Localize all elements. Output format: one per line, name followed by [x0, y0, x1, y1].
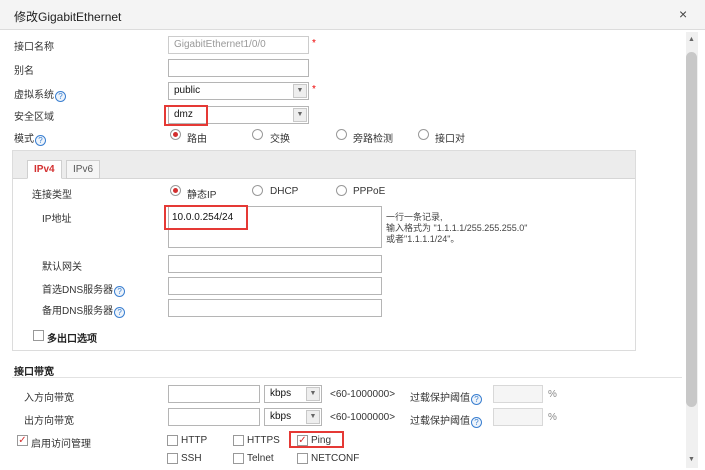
mode-label: 模式? — [14, 130, 46, 146]
mode-radio-bypass[interactable] — [336, 129, 347, 140]
mode-radio-switch[interactable] — [252, 129, 263, 140]
dropdown-arrow-icon[interactable]: ▼ — [306, 387, 320, 401]
help-icon[interactable]: ? — [471, 394, 482, 405]
tab-strip — [13, 151, 635, 179]
help-icon[interactable]: ? — [114, 307, 126, 318]
vsys-label: 虚拟系统? — [14, 86, 66, 102]
zone-label: 安全区域 — [14, 112, 54, 123]
service-checkbox-ssh[interactable] — [167, 453, 178, 464]
close-icon[interactable]: × — [679, 6, 687, 22]
outbound-unit-select[interactable]: kbps ▼ — [264, 408, 322, 426]
service-label: HTTP — [181, 435, 208, 446]
interface-name-label: 接口名称 — [14, 42, 54, 53]
ip-hint-line1: 一行一条记录, — [386, 212, 443, 222]
tab-ipv6[interactable]: IPv6 — [66, 160, 101, 179]
outbound-label: 出方向带宽 — [24, 416, 74, 427]
dialog-title: 修改GigabitEthernet — [14, 10, 122, 24]
scroll-up-icon[interactable]: ▲ — [688, 36, 695, 43]
service-checkbox-netconf[interactable] — [297, 453, 308, 464]
vsys-select[interactable]: public ▼ — [168, 82, 309, 100]
inbound-pct: % — [548, 389, 557, 400]
dropdown-arrow-icon[interactable]: ▼ — [306, 410, 320, 424]
interface-name-field: GigabitEthernet1/0/0 — [168, 36, 309, 54]
gateway-input[interactable] — [168, 255, 382, 273]
access-mgmt-checkbox[interactable]: ✓ — [17, 435, 28, 446]
dropdown-arrow-icon[interactable]: ▼ — [293, 108, 307, 122]
mode-radio-route[interactable] — [170, 129, 181, 140]
service-checkbox-telnet[interactable] — [233, 453, 244, 464]
mode-option-label: 旁路检测 — [353, 134, 393, 145]
divider — [12, 377, 682, 378]
dns-primary-label: 首选DNS服务器? — [42, 281, 126, 297]
ip-config-panel — [12, 150, 636, 351]
dns-secondary-input[interactable] — [168, 299, 382, 317]
help-icon[interactable]: ? — [114, 286, 126, 297]
service-label: NETCONF — [311, 453, 360, 464]
inbound-input[interactable] — [168, 385, 260, 403]
required-mark: * — [312, 38, 316, 49]
inbound-unit-select[interactable]: kbps ▼ — [264, 385, 322, 403]
outbound-input[interactable] — [168, 408, 260, 426]
dropdown-arrow-icon[interactable]: ▼ — [293, 84, 307, 98]
conn-type-label: 连接类型 — [32, 190, 72, 201]
conn-radio-pppoe[interactable] — [336, 185, 347, 196]
dns-primary-input[interactable] — [168, 277, 382, 295]
alias-label: 别名 — [14, 66, 34, 77]
inbound-label: 入方向带宽 — [24, 393, 74, 404]
service-checkbox-https[interactable] — [233, 435, 244, 446]
ip-highlight-box — [164, 205, 248, 230]
access-mgmt-label: 启用访问管理 — [31, 439, 91, 450]
outbound-range: <60-1000000> — [330, 412, 396, 423]
ip-hint-line2: 输入格式为 "1.1.1.1/255.255.255.0" — [386, 223, 528, 233]
help-icon[interactable]: ? — [35, 135, 46, 146]
ping-highlight-box — [289, 431, 344, 448]
mode-option-label: 交换 — [270, 134, 290, 145]
outbound-overload-input — [493, 408, 543, 426]
mode-option-label: 接口对 — [435, 134, 465, 145]
inbound-overload-input — [493, 385, 543, 403]
conn-option-label: DHCP — [270, 186, 299, 197]
service-label: HTTPS — [247, 435, 280, 446]
zone-highlight-box — [164, 105, 208, 126]
tab-ipv4[interactable]: IPv4 — [27, 160, 62, 179]
service-label: Telnet — [247, 453, 274, 464]
scroll-down-icon[interactable]: ▼ — [688, 456, 695, 463]
alias-input[interactable] — [168, 59, 309, 77]
gateway-label: 默认网关 — [42, 262, 82, 273]
multi-egress-label: 多出口选项 — [47, 334, 97, 345]
outbound-pct: % — [548, 412, 557, 423]
conn-option-label: 静态IP — [187, 190, 217, 201]
mode-radio-pair[interactable] — [418, 129, 429, 140]
service-checkbox-http[interactable] — [167, 435, 178, 446]
dns-secondary-label: 备用DNS服务器? — [42, 302, 126, 318]
inbound-overload-label: 过载保护阈值? — [410, 389, 482, 405]
multi-egress-checkbox[interactable] — [33, 330, 44, 341]
required-mark: * — [312, 84, 316, 95]
ip-address-label: IP地址 — [42, 214, 72, 225]
help-icon[interactable]: ? — [471, 417, 482, 428]
conn-radio-static[interactable] — [170, 185, 181, 196]
inbound-range: <60-1000000> — [330, 389, 396, 400]
ip-hint-line3: 或者"1.1.1.1/24"。 — [386, 234, 460, 244]
scrollbar-thumb[interactable] — [686, 52, 697, 407]
bandwidth-section-title: 接口带宽 — [14, 367, 54, 378]
conn-option-label: PPPoE — [353, 186, 386, 197]
service-label: SSH — [181, 453, 202, 464]
mode-option-label: 路由 — [187, 134, 207, 145]
conn-radio-dhcp[interactable] — [252, 185, 263, 196]
outbound-overload-label: 过载保护阈值? — [410, 412, 482, 428]
help-icon[interactable]: ? — [55, 91, 66, 102]
